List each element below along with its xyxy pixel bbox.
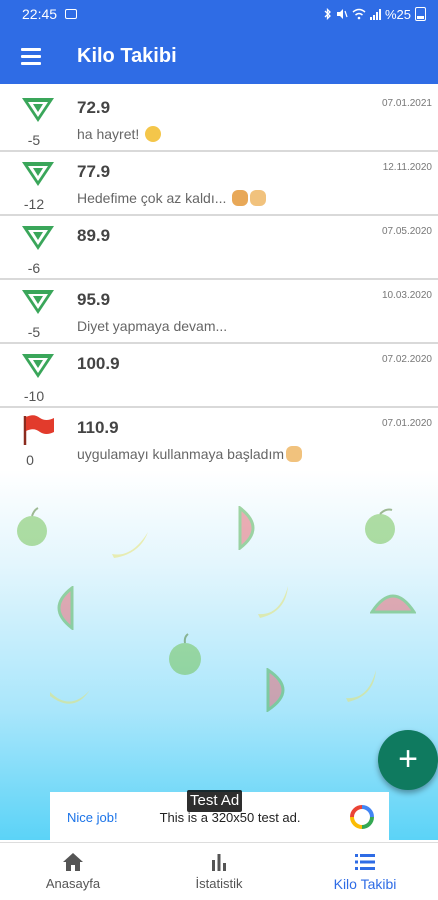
nav-item-statistics[interactable]: İstatistik xyxy=(146,843,292,900)
weight-value: 89.9 xyxy=(77,226,111,245)
entry-date: 07.01.2021 xyxy=(381,98,432,109)
entry-note: uygulamayı kullanmaya başladım xyxy=(77,446,302,462)
status-icons: %25 xyxy=(324,7,426,22)
weight-diff: -5 xyxy=(27,132,41,148)
battery-percent: %25 xyxy=(384,6,411,22)
apple-icon xyxy=(169,633,201,675)
bluetooth-icon xyxy=(324,8,331,20)
banana-icon xyxy=(258,586,288,618)
ok-hand-emoji-icon xyxy=(286,446,302,462)
fruit-background xyxy=(0,470,438,840)
weight-list: -5 72.9 ha hayret! 07.01.2021 -12 77.9 H… xyxy=(0,88,438,472)
bar-chart-icon xyxy=(212,854,226,871)
add-entry-button[interactable]: + xyxy=(378,730,438,790)
weight-entry[interactable]: -5 95.9 Diyet yapmaya devam... 10.03.202… xyxy=(0,280,438,344)
banana-icon xyxy=(112,532,148,558)
banana-icon xyxy=(346,670,376,702)
watermelon-icon xyxy=(57,586,74,630)
entry-note: ha hayret! xyxy=(77,126,162,142)
entry-note-text: ha hayret! xyxy=(77,126,144,142)
down-triangle-icon xyxy=(22,290,54,314)
signal-icon xyxy=(369,8,381,20)
nav-label-statistics: İstatistik xyxy=(195,876,243,891)
weight-diff: 0 xyxy=(26,452,34,468)
down-triangle-icon xyxy=(22,162,54,186)
entry-date: 07.05.2020 xyxy=(381,226,432,237)
red-flag-icon xyxy=(23,415,54,445)
weight-entry[interactable]: -6 89.9 07.05.2020 xyxy=(0,216,438,280)
page-title: Kilo Takibi xyxy=(77,44,177,67)
weight-value: 72.9 xyxy=(77,98,111,117)
apple-icon xyxy=(365,508,395,544)
weight-entry[interactable]: -10 100.9 07.02.2020 xyxy=(0,344,438,408)
weight-value: 95.9 xyxy=(77,290,111,309)
nav-label-weight-tracking: Kilo Takibi xyxy=(333,875,397,892)
weight-value: 77.9 xyxy=(77,162,111,181)
entry-date: 07.02.2020 xyxy=(381,354,432,365)
entry-note: Hedefime çok az kaldı... xyxy=(77,190,267,206)
weight-diff: -10 xyxy=(23,388,45,404)
down-triangle-icon xyxy=(22,226,54,250)
watermelon-icon xyxy=(266,668,285,712)
praying-hands-emoji-icon xyxy=(232,190,249,206)
entry-date: 12.11.2020 xyxy=(382,162,432,173)
test-ad-label: Test Ad xyxy=(187,790,243,812)
plus-icon: + xyxy=(398,740,418,778)
status-bar: 22:45 %25 xyxy=(0,0,438,28)
menu-icon-line xyxy=(21,61,41,65)
weight-entry[interactable]: -12 77.9 Hedefime çok az kaldı... 12.11.… xyxy=(0,152,438,216)
entry-note: Diyet yapmaya devam... xyxy=(77,318,228,334)
weight-entry[interactable]: 0 110.9 uygulamayı kullanmaya başladım 0… xyxy=(0,408,438,472)
smile-emoji-icon xyxy=(145,126,162,142)
nav-item-home[interactable]: Anasayfa xyxy=(0,843,146,900)
entry-note-text: uygulamayı kullanmaya başladım xyxy=(77,446,284,462)
status-time: 22:45 xyxy=(22,6,58,22)
battery-icon xyxy=(415,7,426,21)
app-bar: Kilo Takibi xyxy=(0,28,438,84)
wifi-icon xyxy=(352,8,366,20)
watermelon-icon xyxy=(238,506,255,550)
nav-label-home: Anasayfa xyxy=(45,876,101,891)
weight-entry[interactable]: -5 72.9 ha hayret! 07.01.2021 xyxy=(0,88,438,152)
weight-diff: -5 xyxy=(27,324,41,340)
banana-icon xyxy=(50,690,90,704)
mute-icon xyxy=(336,9,348,19)
ad-nice-text: Nice job! xyxy=(67,809,118,825)
menu-button[interactable] xyxy=(0,28,62,84)
home-icon xyxy=(63,853,83,871)
nav-item-weight-tracking[interactable]: Kilo Takibi xyxy=(292,843,438,900)
gallery-icon xyxy=(65,9,78,19)
weight-value: 100.9 xyxy=(77,354,120,373)
watermelon-icon xyxy=(370,594,416,614)
ad-logo-icon xyxy=(350,805,374,829)
entry-date: 07.01.2020 xyxy=(381,418,432,429)
weight-diff: -12 xyxy=(23,196,45,212)
down-triangle-icon xyxy=(22,98,54,122)
menu-icon-line xyxy=(21,54,41,58)
weight-value: 110.9 xyxy=(77,418,119,437)
bottom-nav: Anasayfa İstatistik Kilo Takibi xyxy=(0,842,438,900)
entry-date: 10.03.2020 xyxy=(381,290,432,301)
weight-diff: -6 xyxy=(27,260,41,276)
entry-note-text: Hedefime çok az kaldı... xyxy=(77,190,231,206)
down-triangle-icon xyxy=(22,354,54,378)
list-icon xyxy=(355,853,375,870)
thumbs-up-emoji-icon xyxy=(250,190,267,206)
apple-icon xyxy=(17,507,47,546)
menu-icon xyxy=(21,47,41,51)
